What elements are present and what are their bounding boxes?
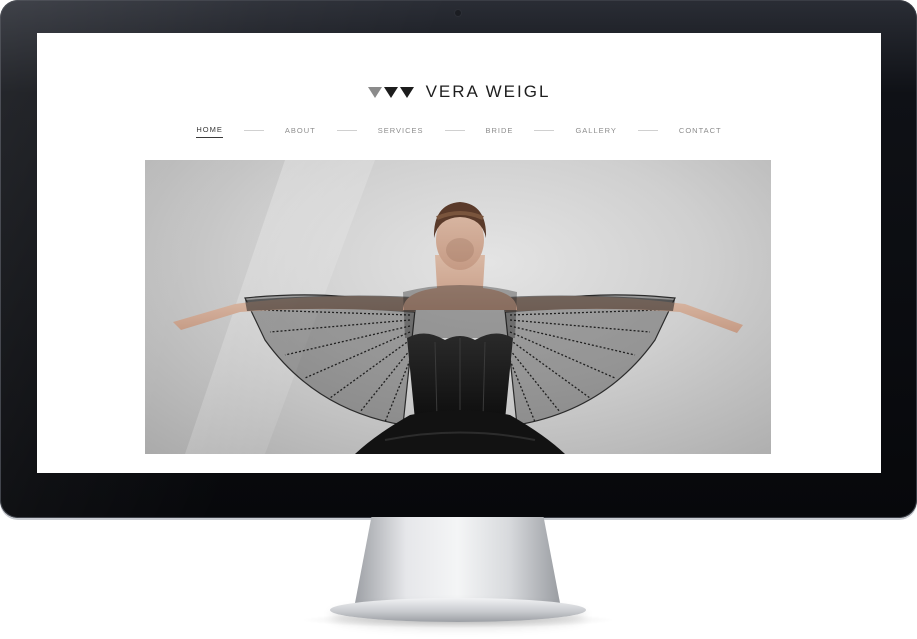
nav-separator [444, 130, 465, 131]
nav-separator [534, 130, 555, 131]
nav-separator [637, 130, 658, 131]
monitor-bezel: VERA WEIGL HOME ABOUT SERVICES BRIDE GAL… [0, 0, 917, 518]
nav-item-gallery[interactable]: GALLERY [575, 126, 616, 138]
logo-triangle-black [399, 86, 414, 98]
webcam-icon [455, 10, 461, 16]
brand-name: VERA WEIGL [425, 82, 551, 101]
monitor-stand-base [330, 598, 586, 622]
nav-item-services[interactable]: SERVICES [378, 126, 424, 138]
nav-item-about[interactable]: ABOUT [285, 126, 316, 138]
nav-separator [243, 130, 264, 131]
logo-triangle-black [383, 86, 398, 98]
nav-item-contact[interactable]: CONTACT [679, 126, 722, 138]
nav-item-bride[interactable]: BRIDE [486, 126, 514, 138]
main-navigation: HOME ABOUT SERVICES BRIDE GALLERY CONTAC… [37, 125, 881, 138]
site-logo[interactable]: VERA WEIGL [37, 82, 881, 102]
nav-item-home[interactable]: HOME [196, 125, 223, 138]
hero-image [145, 160, 771, 454]
hero-illustration [173, 160, 743, 454]
nav-separator [336, 130, 357, 131]
logo-triangle-grey [367, 86, 382, 98]
monitor-stand-neck [355, 517, 560, 603]
website-screen: VERA WEIGL HOME ABOUT SERVICES BRIDE GAL… [37, 33, 881, 473]
stage: VERA WEIGL HOME ABOUT SERVICES BRIDE GAL… [0, 0, 917, 639]
triangles-logo-icon [367, 86, 414, 98]
